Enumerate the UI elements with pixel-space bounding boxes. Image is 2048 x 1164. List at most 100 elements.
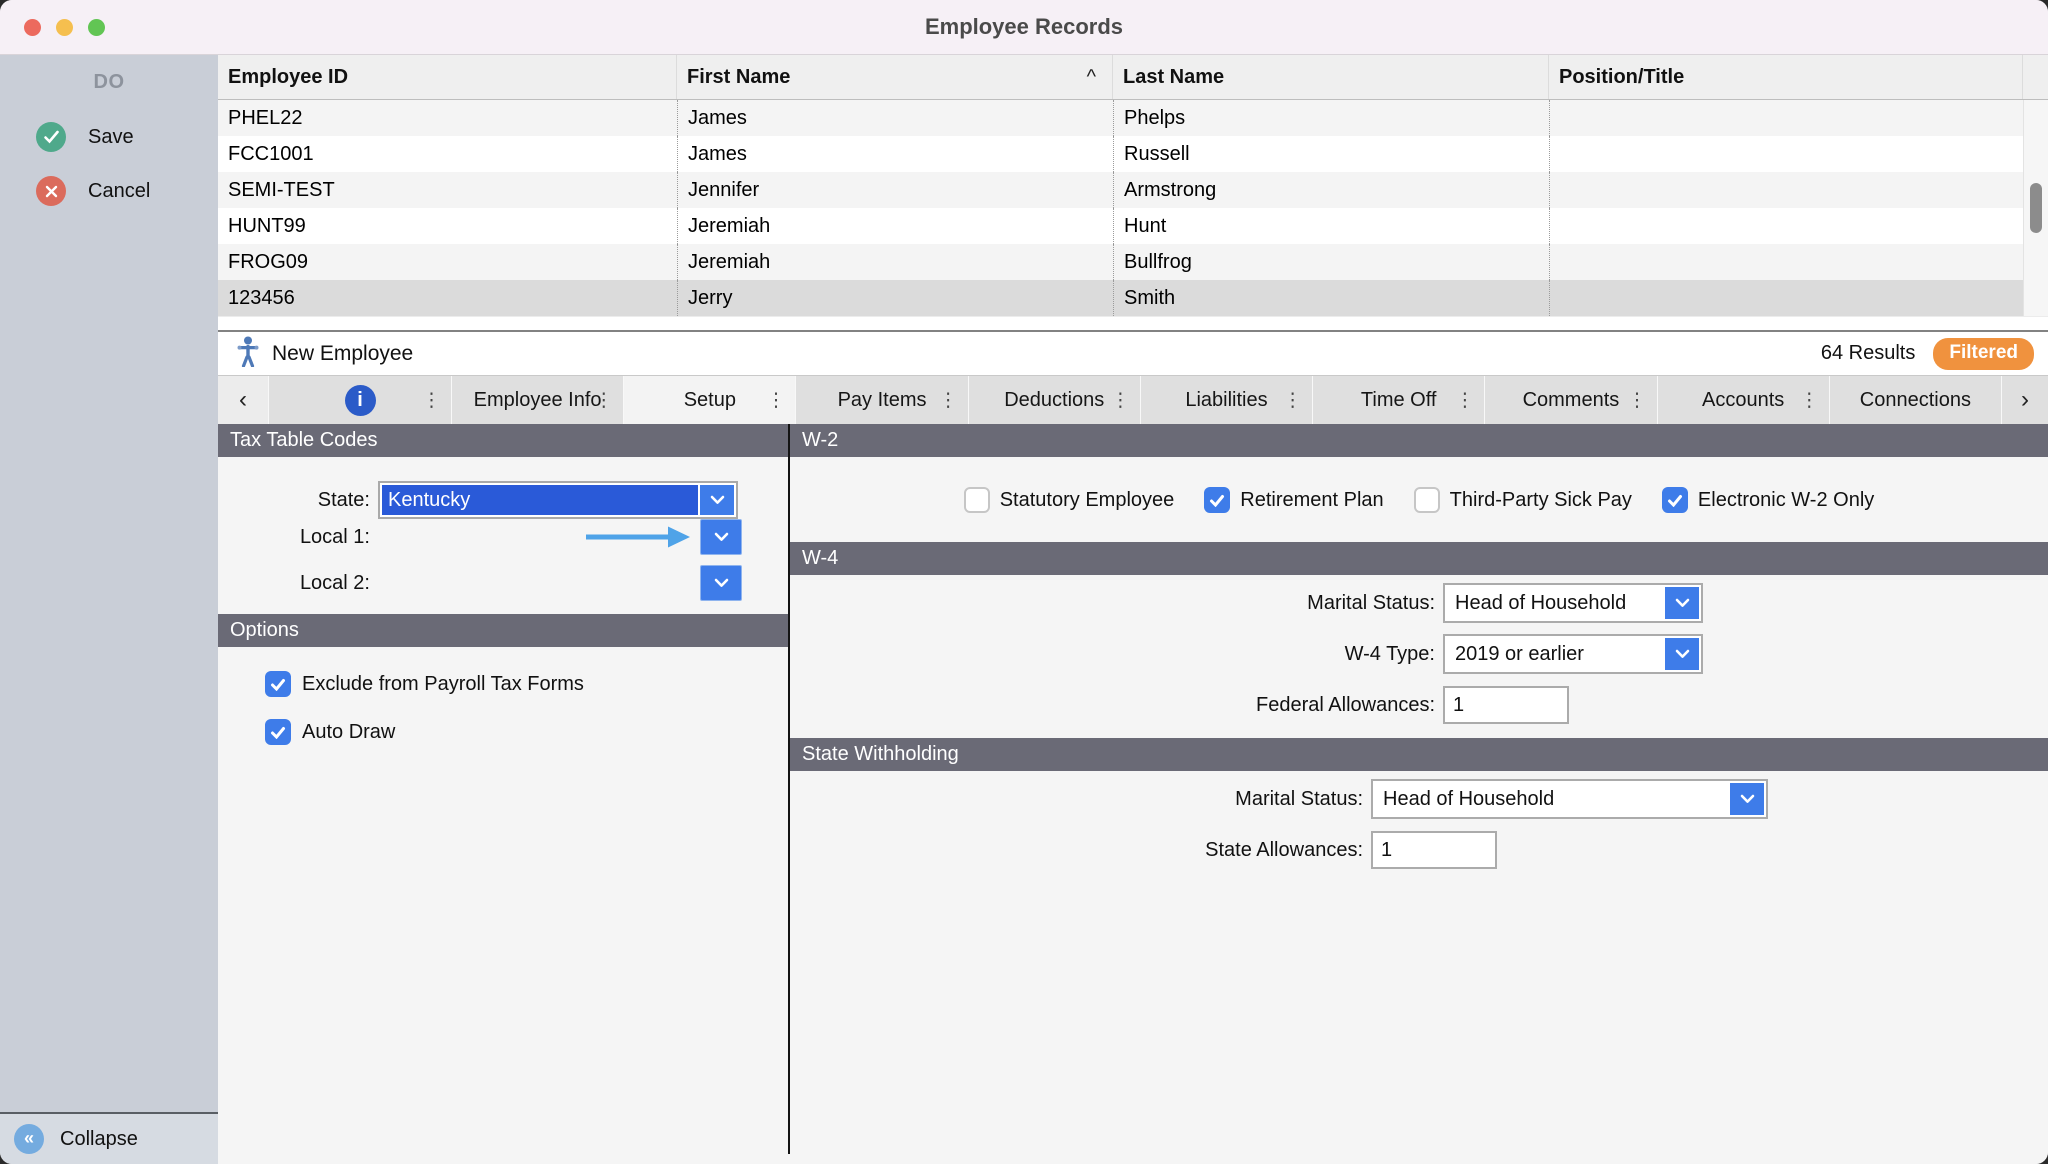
tab-time-off[interactable]: Time Off ⋮: [1312, 376, 1484, 424]
cell-position-title: [1549, 280, 2023, 316]
employee-records-window: Employee Records DO Save Cancel « Collap…: [0, 0, 2048, 1164]
table-row[interactable]: FCC1001 James Russell: [218, 136, 2048, 172]
table-row[interactable]: FROG09 Jeremiah Bullfrog: [218, 244, 2048, 280]
federal-allowances-label: Federal Allowances:: [790, 694, 1435, 717]
cell-last-name: Russell: [1113, 136, 1549, 172]
cell-position-title: [1549, 100, 2023, 136]
state-marital-status-value: Head of Household: [1375, 783, 1728, 815]
federal-allowances-input[interactable]: 1: [1443, 686, 1569, 724]
table-row[interactable]: HUNT99 Jeremiah Hunt: [218, 208, 2048, 244]
right-panel: W-2 Statutory Employee Retirement Plan: [790, 424, 2048, 1164]
local1-dropdown-button[interactable]: [700, 519, 742, 555]
tab-employee-info[interactable]: Employee Info ⋮: [451, 376, 623, 424]
column-header-position-title[interactable]: Position/Title: [1549, 55, 2023, 99]
state-marital-status-dropdown-button[interactable]: [1730, 783, 1764, 815]
retirement-plan-label: Retirement Plan: [1240, 489, 1383, 512]
w4-type-dropdown[interactable]: 2019 or earlier: [1443, 634, 1703, 674]
setup-tab-content: Tax Table Codes State: Kentucky Local 1:: [218, 424, 2048, 1164]
info-circle-icon: i: [345, 385, 376, 416]
section-header-w4: W-4: [790, 542, 2048, 575]
cell-employee-id: HUNT99: [218, 208, 677, 244]
left-panel: Tax Table Codes State: Kentucky Local 1:: [218, 424, 788, 1164]
w2-checkbox-row: Statutory Employee Retirement Plan Third…: [790, 487, 2048, 513]
tab-setup[interactable]: Setup ⋮: [623, 376, 795, 424]
table-horizontal-scroll-strip[interactable]: [218, 316, 2048, 330]
electronic-w2-only-checkbox[interactable]: [1662, 487, 1688, 513]
cell-employee-id: FCC1001: [218, 136, 677, 172]
tab-menu-dots-icon: ⋮: [1800, 389, 1819, 412]
cell-first-name: James: [677, 136, 1113, 172]
column-header-last-name[interactable]: Last Name: [1113, 55, 1549, 99]
third-party-sick-pay-checkbox[interactable]: [1414, 487, 1440, 513]
tab-menu-dots-icon: ⋮: [766, 389, 785, 412]
cell-position-title: [1549, 136, 2023, 172]
tab-liabilities[interactable]: Liabilities ⋮: [1140, 376, 1312, 424]
w4-type-dropdown-button[interactable]: [1665, 638, 1699, 670]
federal-allowances-row: Federal Allowances: 1: [790, 685, 2048, 725]
tab-accounts[interactable]: Accounts ⋮: [1657, 376, 1829, 424]
state-dropdown-button[interactable]: [700, 485, 734, 515]
auto-draw-label: Auto Draw: [302, 721, 395, 744]
electronic-w2-only-option: Electronic W-2 Only: [1662, 487, 1874, 513]
tab-menu-dots-icon: ⋮: [1283, 389, 1302, 412]
table-row-selected[interactable]: 123456 Jerry Smith: [218, 280, 2048, 316]
cell-employee-id: PHEL22: [218, 100, 677, 136]
tabs-scroll-right-button[interactable]: ›: [2001, 376, 2048, 424]
cancel-button[interactable]: Cancel: [36, 176, 218, 206]
scrollbar-thumb[interactable]: [2030, 183, 2042, 233]
check-circle-icon: [36, 122, 66, 152]
w4-marital-status-row: Marital Status: Head of Household: [790, 583, 2048, 623]
cell-first-name: Jeremiah: [677, 244, 1113, 280]
save-label: Save: [88, 126, 134, 149]
tab-bar: ‹ i ⋮ Employee Info ⋮ Setup ⋮ Pay Items …: [218, 376, 2048, 424]
state-allowances-label: State Allowances:: [790, 839, 1363, 862]
table-vertical-scrollbar[interactable]: [2023, 100, 2048, 316]
section-header-tax-table-codes: Tax Table Codes: [218, 424, 788, 457]
tab-menu-dots-icon: ⋮: [594, 389, 613, 412]
statutory-employee-option: Statutory Employee: [964, 487, 1175, 513]
employee-table: Employee ID First Name ^ Last Name Posit…: [218, 55, 2048, 330]
exclude-payroll-checkbox[interactable]: [265, 671, 291, 697]
w4-type-value: 2019 or earlier: [1447, 638, 1663, 670]
table-row[interactable]: SEMI-TEST Jennifer Armstrong: [218, 172, 2048, 208]
retirement-plan-option: Retirement Plan: [1204, 487, 1383, 513]
w4-type-row: W-4 Type: 2019 or earlier: [790, 634, 2048, 674]
record-bar: New Employee 64 Results Filtered: [218, 330, 2048, 376]
save-button[interactable]: Save: [36, 122, 218, 152]
sidebar-group-label: DO: [0, 55, 218, 94]
cell-last-name: Bullfrog: [1113, 244, 1549, 280]
column-header-first-name[interactable]: First Name ^: [677, 55, 1113, 99]
local2-dropdown-button[interactable]: [700, 565, 742, 601]
annotation-arrow-icon: [584, 524, 692, 550]
tab-pay-items[interactable]: Pay Items ⋮: [795, 376, 967, 424]
auto-draw-option: Auto Draw: [265, 717, 788, 747]
tab-comments[interactable]: Comments ⋮: [1484, 376, 1656, 424]
w4-marital-status-dropdown[interactable]: Head of Household: [1443, 583, 1703, 623]
column-header-employee-id[interactable]: Employee ID: [218, 55, 677, 99]
auto-draw-checkbox[interactable]: [265, 719, 291, 745]
local1-row: Local 1:: [218, 519, 788, 555]
collapse-button[interactable]: « Collapse: [0, 1112, 218, 1164]
cell-employee-id: 123456: [218, 280, 677, 316]
state-allowances-input[interactable]: 1: [1371, 831, 1497, 869]
table-row[interactable]: PHEL22 James Phelps: [218, 100, 2048, 136]
tab-info[interactable]: i ⋮: [268, 376, 451, 424]
tabs-scroll-left-button[interactable]: ‹: [218, 376, 268, 424]
state-marital-status-row: Marital Status: Head of Household: [790, 779, 2048, 819]
cell-first-name: Jeremiah: [677, 208, 1113, 244]
filtered-badge[interactable]: Filtered: [1933, 338, 2034, 370]
cell-last-name: Phelps: [1113, 100, 1549, 136]
retirement-plan-checkbox[interactable]: [1204, 487, 1230, 513]
statutory-employee-checkbox[interactable]: [964, 487, 990, 513]
cell-first-name: Jennifer: [677, 172, 1113, 208]
w4-marital-status-dropdown-button[interactable]: [1665, 587, 1699, 619]
tab-deductions[interactable]: Deductions ⋮: [968, 376, 1140, 424]
tab-connections[interactable]: Connections: [1829, 376, 2001, 424]
cell-position-title: [1549, 172, 2023, 208]
new-employee-person-icon: [236, 336, 260, 372]
third-party-sick-pay-option: Third-Party Sick Pay: [1414, 487, 1632, 513]
state-dropdown[interactable]: Kentucky: [378, 481, 738, 519]
cell-first-name: James: [677, 100, 1113, 136]
state-marital-status-dropdown[interactable]: Head of Household: [1371, 779, 1768, 819]
tab-menu-dots-icon: ⋮: [1111, 389, 1130, 412]
